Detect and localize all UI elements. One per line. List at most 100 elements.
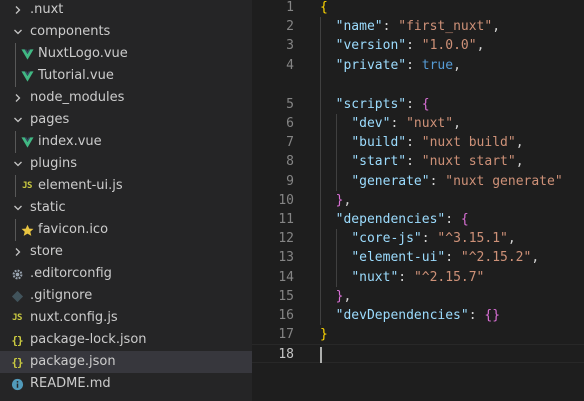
line-number: 14	[278, 270, 294, 285]
code-token: {	[421, 97, 430, 112]
code-token: "name"	[335, 19, 383, 34]
file-item[interactable]: JS element-ui.js	[0, 175, 252, 197]
code-line[interactable]: 10 },	[252, 191, 584, 210]
folder-item[interactable]: pages	[0, 109, 252, 131]
line-number: 7	[286, 135, 294, 150]
file-item[interactable]: NuxtLogo.vue	[0, 43, 252, 65]
code-token: }	[320, 327, 328, 342]
code-line[interactable]: 6 "dev": "nuxt",	[252, 114, 584, 133]
tree-item-label: package-lock.json	[30, 332, 147, 347]
code-line[interactable]: 2 "name": "first_nuxt",	[252, 17, 584, 36]
chevron-down-icon[interactable]	[10, 197, 26, 219]
code-token: "first_nuxt"	[398, 19, 493, 34]
code-token: :	[445, 250, 461, 265]
code-line[interactable]: 14 "nuxt": "^2.15.7"	[252, 268, 584, 287]
tree-item-label: NuxtLogo.vue	[38, 46, 128, 61]
indent-guide	[15, 131, 16, 153]
code-token: ,	[453, 116, 461, 131]
star-file-icon	[19, 219, 35, 241]
code-line[interactable]: 18	[252, 344, 584, 363]
code-text: "dev": "nuxt",	[320, 114, 461, 133]
tree-item-label: favicon.ico	[38, 222, 109, 237]
text-cursor	[320, 347, 322, 363]
folder-item[interactable]: components	[0, 21, 252, 43]
code-line[interactable]: 8 "start": "nuxt start",	[252, 152, 584, 171]
code-token: "scripts"	[335, 97, 407, 112]
code-token: "build"	[351, 135, 407, 150]
code-token: "nuxt"	[406, 116, 454, 131]
code-token: "nuxt build"	[421, 135, 516, 150]
code-line[interactable]: 1{	[252, 0, 584, 17]
folder-item[interactable]: .nuxt	[0, 0, 252, 21]
code-editor[interactable]: ▷ 偵錯 1{2 "name": "first_nuxt",3 "version…	[252, 0, 584, 401]
code-token: "version"	[335, 38, 407, 53]
line-number: 2	[286, 19, 294, 34]
file-item[interactable]: .gitignore	[0, 285, 252, 307]
code-token: :	[398, 270, 414, 285]
folder-item[interactable]: node_modules	[0, 87, 252, 109]
file-item[interactable]: {} package.json	[0, 351, 252, 373]
folder-item[interactable]: static	[0, 197, 252, 219]
tree-item-label: static	[30, 200, 66, 215]
folder-item[interactable]: plugins	[0, 153, 252, 175]
chevron-right-icon[interactable]	[10, 87, 26, 109]
chevron-down-icon[interactable]	[10, 21, 26, 43]
chevron-down-icon[interactable]	[10, 109, 26, 131]
code-token: "devDependencies"	[335, 308, 469, 323]
chevron-right-icon[interactable]	[10, 241, 26, 263]
tree-item-label: pages	[30, 112, 70, 127]
code-token: "^2.15.2"	[460, 250, 532, 265]
code-line[interactable]: 7 "build": "nuxt build",	[252, 133, 584, 152]
code-token: ,	[531, 250, 540, 265]
tree-item-label: index.vue	[38, 134, 102, 149]
code-token: ,	[476, 38, 485, 53]
code-token: :	[390, 116, 407, 131]
folder-item[interactable]: store	[0, 241, 252, 263]
code-token: :	[429, 174, 446, 189]
code-line[interactable]: 3 "version": "1.0.0",	[252, 36, 584, 55]
code-token: ,	[507, 231, 516, 246]
file-item[interactable]: index.vue	[0, 131, 252, 153]
file-item[interactable]: JS nuxt.config.js	[0, 307, 252, 329]
file-item[interactable]: Tutorial.vue	[0, 65, 252, 87]
json-file-icon: {}	[9, 329, 25, 351]
code-token: {}	[484, 308, 501, 323]
code-token: :	[406, 58, 422, 73]
code-line[interactable]: 15 },	[252, 287, 584, 306]
file-item[interactable]: favicon.ico	[0, 219, 252, 241]
tree-item-label: package.json	[30, 354, 116, 369]
vue-file-icon	[19, 43, 35, 65]
code-line[interactable]: 13 "element-ui": "^2.15.2",	[252, 248, 584, 267]
code-line[interactable]: 5 "scripts": {	[252, 95, 584, 114]
code-token: "start"	[351, 154, 407, 169]
file-item[interactable]: README.md	[0, 373, 252, 395]
chevron-down-icon[interactable]	[10, 153, 26, 175]
code-text: "private": true,	[320, 56, 461, 75]
code-token: "nuxt"	[351, 270, 399, 285]
code-token: "core-js"	[351, 231, 422, 246]
line-number: 12	[278, 231, 294, 246]
tree-item-label: nuxt.config.js	[30, 310, 118, 325]
file-item[interactable]: .editorconfig	[0, 263, 252, 285]
code-text: "devDependencies": {}	[320, 306, 500, 325]
code-token: true	[421, 58, 454, 73]
code-line[interactable]: 12 "core-js": "^3.15.1",	[252, 229, 584, 248]
code-text: "element-ui": "^2.15.2",	[320, 248, 539, 267]
code-token: {	[460, 212, 469, 227]
code-line[interactable]: 16 "devDependencies": {}	[252, 306, 584, 325]
chevron-right-icon[interactable]	[10, 0, 26, 21]
code-line[interactable]: 4 "private": true,	[252, 56, 584, 75]
line-number: 5	[286, 97, 294, 112]
code-token: :	[406, 135, 422, 150]
code-token: "nuxt start"	[421, 154, 516, 169]
code-line[interactable]: 17}	[252, 325, 584, 344]
code-line[interactable]: 9 "generate": "nuxt generate"	[252, 172, 584, 191]
code-token: "dev"	[351, 116, 391, 131]
vscode-window: .nuxt components NuxtLogo.vue Tutorial.vue n…	[0, 0, 584, 401]
explorer-panel: .nuxt components NuxtLogo.vue Tutorial.vue n…	[0, 0, 252, 401]
indent-guide	[15, 43, 16, 65]
file-item[interactable]: {} package-lock.json	[0, 329, 252, 351]
code-line[interactable]: 11 "dependencies": {	[252, 210, 584, 229]
